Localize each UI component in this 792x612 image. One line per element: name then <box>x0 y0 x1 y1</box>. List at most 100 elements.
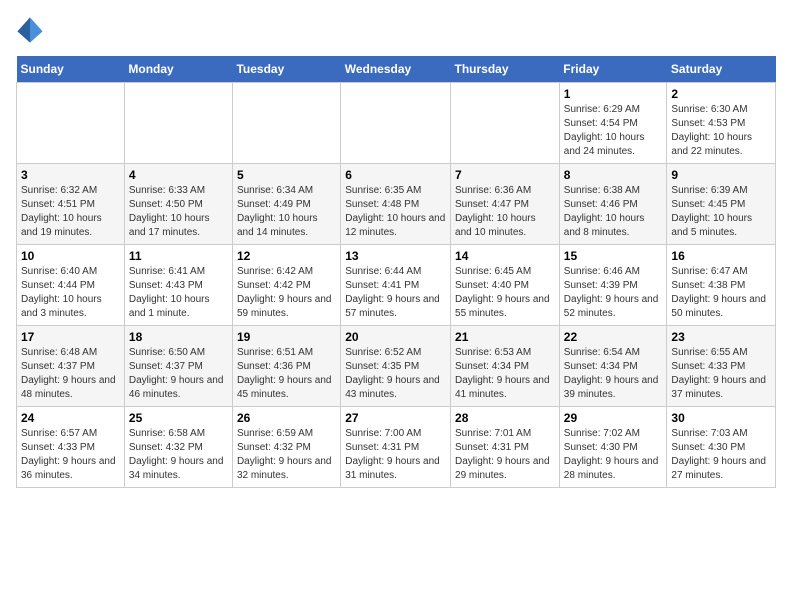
calendar-table: SundayMondayTuesdayWednesdayThursdayFrid… <box>16 56 776 488</box>
calendar-week-row: 24Sunrise: 6:57 AM Sunset: 4:33 PM Dayli… <box>17 407 776 488</box>
day-number: 18 <box>129 330 228 344</box>
day-info: Sunrise: 6:46 AM Sunset: 4:39 PM Dayligh… <box>564 265 663 321</box>
day-number: 8 <box>564 168 663 182</box>
day-info: Sunrise: 6:33 AM Sunset: 4:50 PM Dayligh… <box>129 184 228 240</box>
day-number: 11 <box>129 249 228 263</box>
day-header-saturday: Saturday <box>667 56 776 83</box>
day-header-sunday: Sunday <box>17 56 125 83</box>
calendar-cell: 5 Sunrise: 6:34 AM Sunset: 4:49 PM Daylig… <box>232 164 340 245</box>
day-number: 5 <box>237 168 336 182</box>
day-number: 19 <box>237 330 336 344</box>
calendar-cell: 11Sunrise: 6:41 AM Sunset: 4:43 PM Dayli… <box>124 245 232 326</box>
calendar-cell <box>232 83 340 164</box>
day-info: Sunrise: 6:36 AM Sunset: 4:47 PM Dayligh… <box>455 184 555 240</box>
day-info: Sunrise: 6:30 AM Sunset: 4:53 PM Dayligh… <box>671 103 771 159</box>
day-info: Sunrise: 6:52 AM Sunset: 4:35 PM Dayligh… <box>345 346 446 402</box>
calendar-cell: 12 Sunrise: 6:42 AM Sunset: 4:42 PM Dayli… <box>232 245 340 326</box>
calendar-cell: 6 Sunrise: 6:35 AM Sunset: 4:48 PM Daylig… <box>341 164 451 245</box>
day-number: 3 <box>21 168 120 182</box>
calendar-cell: 15 Sunrise: 6:46 AM Sunset: 4:39 PM Dayli… <box>559 245 667 326</box>
day-info: Sunrise: 6:34 AM Sunset: 4:49 PM Dayligh… <box>237 184 336 240</box>
day-header-wednesday: Wednesday <box>341 56 451 83</box>
day-info: Sunrise: 7:03 AM Sunset: 4:30 PM Dayligh… <box>671 427 771 483</box>
day-info: Sunrise: 6:44 AM Sunset: 4:41 PM Dayligh… <box>345 265 446 321</box>
day-number: 1 <box>564 87 663 101</box>
day-info: Sunrise: 7:01 AM Sunset: 4:31 PM Dayligh… <box>455 427 555 483</box>
day-number: 6 <box>345 168 446 182</box>
day-info: Sunrise: 6:39 AM Sunset: 4:45 PM Dayligh… <box>671 184 771 240</box>
day-number: 27 <box>345 411 446 425</box>
day-info: Sunrise: 6:54 AM Sunset: 4:34 PM Dayligh… <box>564 346 663 402</box>
day-info: Sunrise: 6:48 AM Sunset: 4:37 PM Dayligh… <box>21 346 120 402</box>
calendar-cell: 24Sunrise: 6:57 AM Sunset: 4:33 PM Dayli… <box>17 407 125 488</box>
calendar-week-row: 17 Sunrise: 6:48 AM Sunset: 4:37 PM Dayli… <box>17 326 776 407</box>
day-number: 16 <box>671 249 771 263</box>
calendar-cell <box>17 83 125 164</box>
day-info: Sunrise: 6:35 AM Sunset: 4:48 PM Dayligh… <box>345 184 446 240</box>
calendar-cell: 17 Sunrise: 6:48 AM Sunset: 4:37 PM Dayli… <box>17 326 125 407</box>
calendar-cell: 3 Sunrise: 6:32 AM Sunset: 4:51 PM Daylig… <box>17 164 125 245</box>
day-number: 30 <box>671 411 771 425</box>
calendar-cell: 7 Sunrise: 6:36 AM Sunset: 4:47 PM Daylig… <box>451 164 560 245</box>
day-info: Sunrise: 6:59 AM Sunset: 4:32 PM Dayligh… <box>237 427 336 483</box>
page-header <box>16 16 776 44</box>
day-number: 29 <box>564 411 663 425</box>
day-number: 22 <box>564 330 663 344</box>
day-header-friday: Friday <box>559 56 667 83</box>
day-header-monday: Monday <box>124 56 232 83</box>
calendar-cell <box>341 83 451 164</box>
calendar-cell: 28Sunrise: 7:01 AM Sunset: 4:31 PM Dayli… <box>451 407 560 488</box>
calendar-cell: 29Sunrise: 7:02 AM Sunset: 4:30 PM Dayli… <box>559 407 667 488</box>
day-info: Sunrise: 6:53 AM Sunset: 4:34 PM Dayligh… <box>455 346 555 402</box>
calendar-cell: 9 Sunrise: 6:39 AM Sunset: 4:45 PM Daylig… <box>667 164 776 245</box>
day-info: Sunrise: 6:32 AM Sunset: 4:51 PM Dayligh… <box>21 184 120 240</box>
day-info: Sunrise: 6:42 AM Sunset: 4:42 PM Dayligh… <box>237 265 336 321</box>
day-info: Sunrise: 6:47 AM Sunset: 4:38 PM Dayligh… <box>671 265 771 321</box>
calendar-week-row: 10Sunrise: 6:40 AM Sunset: 4:44 PM Dayli… <box>17 245 776 326</box>
day-info: Sunrise: 6:45 AM Sunset: 4:40 PM Dayligh… <box>455 265 555 321</box>
day-number: 13 <box>345 249 446 263</box>
calendar-cell: 14 Sunrise: 6:45 AM Sunset: 4:40 PM Dayli… <box>451 245 560 326</box>
calendar-cell: 13 Sunrise: 6:44 AM Sunset: 4:41 PM Dayli… <box>341 245 451 326</box>
day-number: 26 <box>237 411 336 425</box>
logo <box>16 16 48 44</box>
day-info: Sunrise: 6:50 AM Sunset: 4:37 PM Dayligh… <box>129 346 228 402</box>
day-number: 20 <box>345 330 446 344</box>
day-info: Sunrise: 6:29 AM Sunset: 4:54 PM Dayligh… <box>564 103 663 159</box>
calendar-cell: 25Sunrise: 6:58 AM Sunset: 4:32 PM Dayli… <box>124 407 232 488</box>
calendar-week-row: 3 Sunrise: 6:32 AM Sunset: 4:51 PM Daylig… <box>17 164 776 245</box>
day-header-thursday: Thursday <box>451 56 560 83</box>
day-number: 4 <box>129 168 228 182</box>
day-number: 21 <box>455 330 555 344</box>
day-number: 7 <box>455 168 555 182</box>
calendar-cell: 30 Sunrise: 7:03 AM Sunset: 4:30 PM Dayli… <box>667 407 776 488</box>
calendar-week-row: 1 Sunrise: 6:29 AM Sunset: 4:54 PM Daylig… <box>17 83 776 164</box>
day-info: Sunrise: 6:51 AM Sunset: 4:36 PM Dayligh… <box>237 346 336 402</box>
calendar-cell: 18 Sunrise: 6:50 AM Sunset: 4:37 PM Dayli… <box>124 326 232 407</box>
day-number: 2 <box>671 87 771 101</box>
calendar-cell: 23Sunrise: 6:55 AM Sunset: 4:33 PM Dayli… <box>667 326 776 407</box>
day-number: 12 <box>237 249 336 263</box>
calendar-cell: 21 Sunrise: 6:53 AM Sunset: 4:34 PM Dayli… <box>451 326 560 407</box>
calendar-cell: 26 Sunrise: 6:59 AM Sunset: 4:32 PM Dayli… <box>232 407 340 488</box>
day-info: Sunrise: 6:38 AM Sunset: 4:46 PM Dayligh… <box>564 184 663 240</box>
day-number: 15 <box>564 249 663 263</box>
day-info: Sunrise: 7:00 AM Sunset: 4:31 PM Dayligh… <box>345 427 446 483</box>
calendar-cell: 1 Sunrise: 6:29 AM Sunset: 4:54 PM Daylig… <box>559 83 667 164</box>
logo-icon <box>16 16 44 44</box>
calendar-header-row: SundayMondayTuesdayWednesdayThursdayFrid… <box>17 56 776 83</box>
day-number: 17 <box>21 330 120 344</box>
calendar-cell: 2 Sunrise: 6:30 AM Sunset: 4:53 PM Daylig… <box>667 83 776 164</box>
calendar-cell: 10Sunrise: 6:40 AM Sunset: 4:44 PM Dayli… <box>17 245 125 326</box>
day-info: Sunrise: 6:58 AM Sunset: 4:32 PM Dayligh… <box>129 427 228 483</box>
calendar-cell: 27 Sunrise: 7:00 AM Sunset: 4:31 PM Dayli… <box>341 407 451 488</box>
calendar-cell: 19 Sunrise: 6:51 AM Sunset: 4:36 PM Dayli… <box>232 326 340 407</box>
calendar-cell: 22 Sunrise: 6:54 AM Sunset: 4:34 PM Dayli… <box>559 326 667 407</box>
day-number: 23 <box>671 330 771 344</box>
day-number: 14 <box>455 249 555 263</box>
calendar-cell <box>124 83 232 164</box>
calendar-cell: 8 Sunrise: 6:38 AM Sunset: 4:46 PM Daylig… <box>559 164 667 245</box>
day-number: 9 <box>671 168 771 182</box>
calendar-cell: 16 Sunrise: 6:47 AM Sunset: 4:38 PM Dayli… <box>667 245 776 326</box>
day-number: 24 <box>21 411 120 425</box>
